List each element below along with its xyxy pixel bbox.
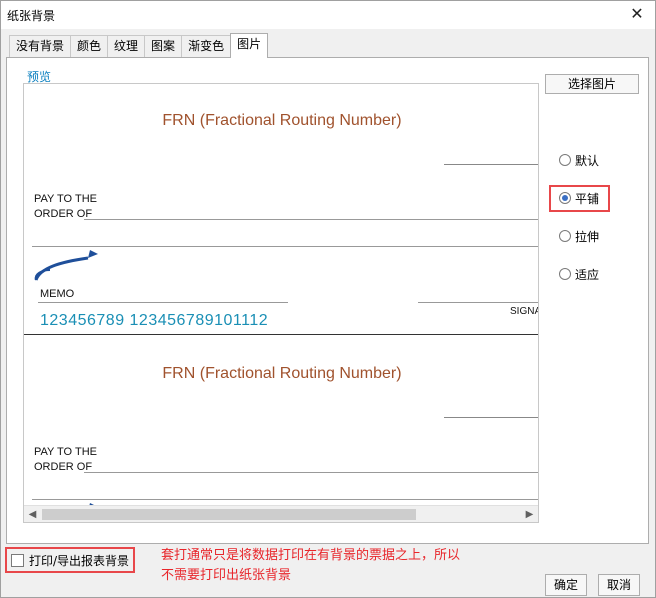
bank-logo-icon xyxy=(34,250,98,281)
check-title: FRN (Fractional Routing Number) xyxy=(162,365,402,382)
tab-strip: 没有背景 颜色 纹理 图案 渐变色 图片 xyxy=(9,33,269,58)
radio-circle-icon[interactable] xyxy=(559,230,571,242)
radio-fit[interactable]: 适应 xyxy=(559,265,599,283)
dialog-title: 纸张背景 xyxy=(7,9,56,23)
radio-label: 平铺 xyxy=(575,191,600,206)
radio-label: 适应 xyxy=(575,267,600,282)
checkbox-label: 打印/导出报表背景 xyxy=(29,553,130,568)
horizontal-scrollbar[interactable]: ◀ ▶ xyxy=(24,505,538,522)
memo-line xyxy=(38,302,288,303)
date-line xyxy=(444,417,538,418)
radio-circle-icon[interactable] xyxy=(559,268,571,280)
radio-label: 默认 xyxy=(575,153,600,168)
check-image-1: FRN (Fractional Routing Number) PAY TO T… xyxy=(24,84,539,334)
pay-to-label: PAY TO THE ORDER OF xyxy=(34,445,97,475)
memo-label: MEMO xyxy=(40,288,75,300)
micr-number: 123456789 123456789101112 xyxy=(40,312,269,329)
signature-label: SIGNA xyxy=(510,306,539,317)
tab-texture[interactable]: 纹理 xyxy=(107,35,146,57)
annotation-line-1: 套打通常只是将数据打印在有背景的票据之上，所以 xyxy=(161,548,461,563)
date-line xyxy=(444,164,538,165)
radio-circle-icon[interactable] xyxy=(559,192,571,204)
scrollbar-thumb[interactable] xyxy=(42,509,416,520)
pay-to-line-1: PAY TO THE xyxy=(34,193,97,205)
payee-line xyxy=(84,219,538,220)
check-divider xyxy=(24,334,538,335)
payee-line xyxy=(84,472,538,473)
print-background-checkbox[interactable]: 打印/导出报表背景 xyxy=(5,547,136,573)
check-title: FRN (Fractional Routing Number) xyxy=(162,112,402,129)
close-button[interactable]: ✕ xyxy=(625,3,649,25)
preview-area: FRN (Fractional Routing Number) PAY TO T… xyxy=(23,83,539,523)
annotation-line-2: 不需要打印出纸张背景 xyxy=(161,568,292,583)
pay-to-label: PAY TO THE ORDER OF xyxy=(34,192,97,222)
title-bar: 纸张背景 ✕ xyxy=(1,1,655,29)
tab-no-background[interactable]: 没有背景 xyxy=(9,35,72,57)
pay-to-line-1: PAY TO THE xyxy=(34,446,97,458)
cancel-button[interactable]: 取消 xyxy=(598,574,640,596)
tab-color[interactable]: 颜色 xyxy=(70,35,109,57)
scroll-left-icon[interactable]: ◀ xyxy=(24,506,41,523)
paper-background-dialog: 纸张背景 ✕ 没有背景 颜色 纹理 图案 渐变色 图片 预览 FRN (Frac… xyxy=(0,0,656,598)
radio-stretch[interactable]: 拉伸 xyxy=(559,227,599,245)
tab-image[interactable]: 图片 xyxy=(230,33,269,58)
checkbox-square-icon[interactable] xyxy=(11,553,24,567)
tab-gradient[interactable]: 渐变色 xyxy=(181,35,232,57)
radio-label: 拉伸 xyxy=(575,229,600,244)
radio-default[interactable]: 默认 xyxy=(559,151,599,169)
annotation-note: 套打通常只是将数据打印在有背景的票据之上，所以 不需要打印出纸张背景 xyxy=(161,546,460,586)
signature-line xyxy=(418,302,538,303)
check-image-2: FRN (Fractional Routing Number) PAY TO T… xyxy=(24,337,538,522)
radio-circle-icon[interactable] xyxy=(559,154,571,166)
radio-tile[interactable]: 平铺 xyxy=(559,189,599,207)
tab-pattern[interactable]: 图案 xyxy=(144,35,183,57)
scroll-right-icon[interactable]: ▶ xyxy=(521,506,538,523)
ok-button[interactable]: 确定 xyxy=(545,574,587,596)
select-image-button[interactable]: 选择图片 xyxy=(545,74,639,94)
